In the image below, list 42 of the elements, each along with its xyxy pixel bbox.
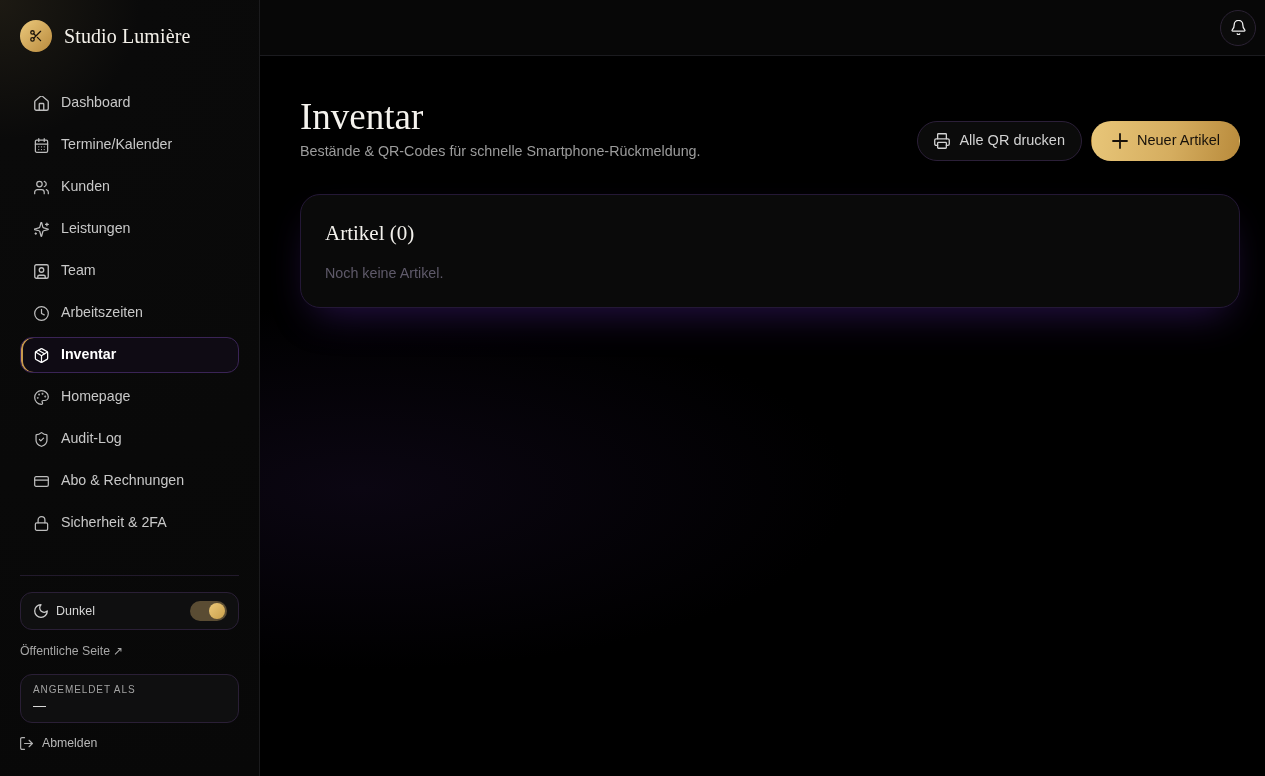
bell-icon (1230, 20, 1246, 35)
empty-state-text: Noch keine Artikel. (325, 264, 445, 283)
printer-icon (934, 133, 951, 149)
logout-link[interactable]: Abmelden (20, 734, 98, 753)
page-title: Inventar (300, 96, 425, 138)
palette-icon (34, 389, 49, 405)
sidebar-item[interactable]: Audit-Log (20, 421, 239, 457)
print-all-qr-button[interactable]: Alle QR drucken (917, 121, 1082, 161)
clock-icon (34, 305, 49, 321)
notifications-button[interactable] (1220, 9, 1256, 46)
theme-label: Dunkel (56, 602, 95, 620)
sidebar-item[interactable]: Leistungen (20, 211, 239, 247)
sidebar-item[interactable]: Homepage (20, 379, 239, 415)
plus-icon (1112, 133, 1128, 149)
calendar-icon (34, 137, 49, 153)
account-caption: ANGEMELDET ALS (33, 683, 137, 698)
sidebar-item[interactable]: Termine/Kalender (20, 127, 239, 163)
sparkle-icon (34, 221, 49, 237)
brand-name: Studio Lumière (64, 24, 191, 49)
scissors-logo-icon (20, 20, 52, 52)
page-subtitle: Bestände & QR-Codes für schnelle Smartphone-Rückmeldung. (300, 142, 701, 161)
account-name: — (33, 697, 47, 716)
cube-icon (34, 347, 49, 363)
sidebar-item[interactable]: Sicherheit & 2FA (20, 505, 239, 541)
new-article-button[interactable]: Neuer Artikel (1091, 121, 1240, 161)
lock-icon (34, 515, 49, 531)
users-icon (34, 179, 49, 195)
toggle-switch[interactable] (190, 601, 227, 622)
house-icon (34, 95, 49, 111)
sidebar-item[interactable]: Team (20, 253, 239, 289)
sidebar-item[interactable]: Abo & Rechnungen (20, 463, 239, 499)
shield-check-icon (34, 431, 49, 447)
logout-icon (20, 737, 33, 750)
sidebar-item[interactable]: Arbeitszeiten (20, 295, 239, 331)
sidebar-item[interactable]: Inventar (20, 337, 239, 373)
user-square-icon (34, 263, 49, 279)
credit-card-icon (34, 473, 49, 489)
moon-icon (34, 604, 48, 619)
sidebar-item[interactable]: Kunden (20, 169, 239, 205)
public-page-link[interactable]: Öffentliche Seite ↗ (20, 642, 124, 661)
sidebar-item[interactable]: Dashboard (20, 85, 239, 121)
card-title: Artikel (0) (325, 220, 416, 247)
